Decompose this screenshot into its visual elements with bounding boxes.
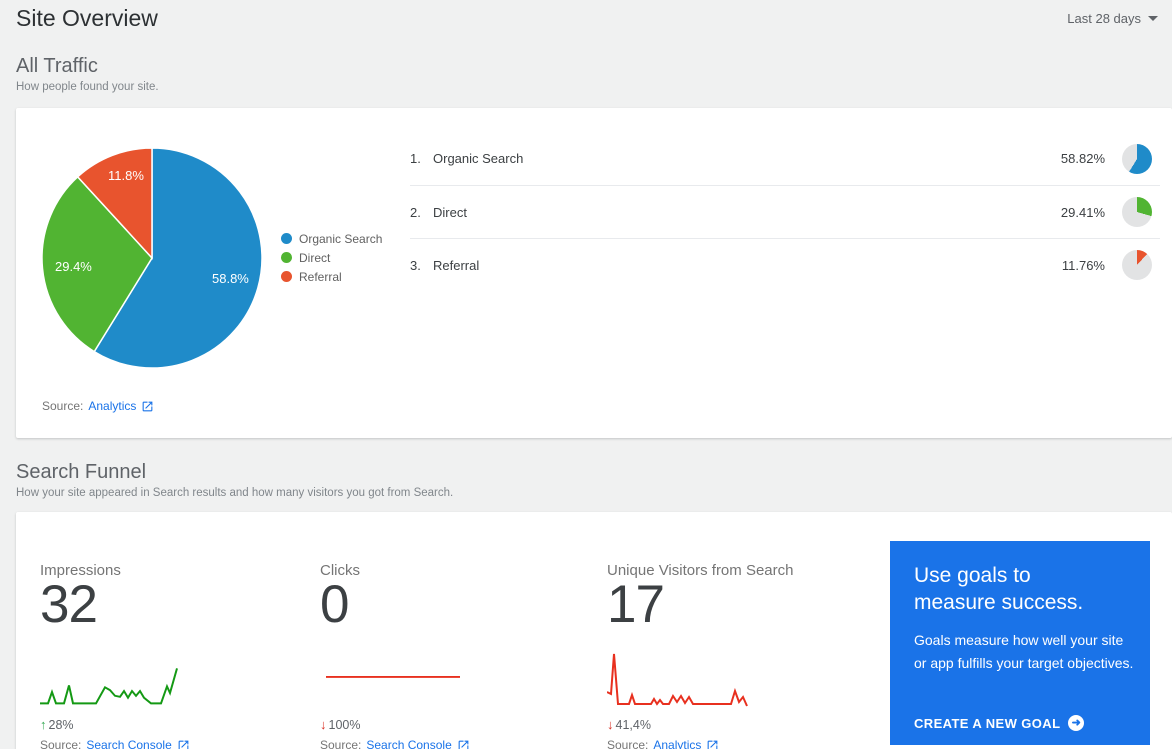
trend-value: 41,4% bbox=[615, 717, 651, 732]
traffic-pie-chart[interactable] bbox=[37, 143, 267, 373]
open-in-new-icon[interactable] bbox=[457, 739, 470, 749]
page-title: Site Overview bbox=[16, 5, 158, 31]
metric-source-row: Source: Search Console bbox=[320, 738, 470, 749]
legend-label: Direct bbox=[299, 250, 331, 265]
legend-label: Organic Search bbox=[299, 231, 383, 246]
table-row[interactable]: 2. Direct 29.41% bbox=[410, 185, 1160, 238]
row-label: Referral bbox=[433, 257, 480, 273]
row-rank: 1. bbox=[410, 151, 421, 166]
metric-value: 32 bbox=[40, 575, 98, 634]
table-row[interactable]: 3. Referral 11.76% bbox=[410, 238, 1160, 291]
legend-dot-referral-icon bbox=[281, 271, 292, 282]
metric-impressions: Impressions 32 ↑ 28% Source: Search Cons… bbox=[40, 512, 310, 749]
traffic-breakdown-list: 1. Organic Search 58.82% 2. Direct 29.41… bbox=[410, 132, 1160, 291]
metric-value: 17 bbox=[607, 575, 665, 634]
legend-dot-direct-icon bbox=[281, 252, 292, 263]
legend-item-referral: Referral bbox=[281, 267, 382, 286]
clicks-sparkline-chart bbox=[326, 675, 460, 678]
search-console-link[interactable]: Search Console bbox=[366, 738, 451, 749]
open-in-new-icon[interactable] bbox=[141, 400, 154, 413]
row-label: Direct bbox=[433, 204, 467, 220]
site-overview-page: Site Overview Last 28 days All Traffic H… bbox=[0, 0, 1172, 749]
metric-value: 0 bbox=[320, 575, 350, 634]
legend-label: Referral bbox=[299, 269, 342, 284]
pie-legend: Organic Search Direct Referral bbox=[281, 229, 382, 286]
analytics-link[interactable]: Analytics bbox=[653, 738, 701, 749]
promo-body: Goals measure how well your site or app … bbox=[914, 632, 1134, 671]
analytics-link[interactable]: Analytics bbox=[88, 399, 136, 413]
row-percent: 29.41% bbox=[1060, 204, 1105, 220]
trend-down-icon: ↓ bbox=[607, 717, 614, 732]
legend-item-direct: Direct bbox=[281, 248, 382, 267]
pie-slice-label-organic: 58.8% bbox=[212, 271, 249, 286]
search-funnel-section-header: Search Funnel How your site appeared in … bbox=[16, 461, 453, 499]
row-percent: 58.82% bbox=[1060, 151, 1105, 166]
open-in-new-icon[interactable] bbox=[177, 739, 190, 749]
row-rank: 3. bbox=[410, 257, 421, 273]
metric-source-row: Source: Analytics bbox=[607, 738, 719, 749]
date-range-selector[interactable]: Last 28 days bbox=[1067, 11, 1158, 26]
create-new-goal-label: CREATE A NEW GOAL bbox=[914, 715, 1061, 731]
trend-down-icon: ↓ bbox=[320, 717, 327, 732]
source-label: Source: bbox=[42, 399, 84, 413]
create-new-goal-button[interactable]: CREATE A NEW GOAL ➜ bbox=[914, 715, 1085, 731]
chevron-down-icon bbox=[1148, 16, 1158, 21]
traffic-source-row: Source: Analytics bbox=[42, 399, 154, 413]
all-traffic-section-header: All Traffic How people found your site. bbox=[16, 55, 159, 93]
search-funnel-card: Impressions 32 ↑ 28% Source: Search Cons… bbox=[16, 512, 1172, 749]
date-range-label: Last 28 days bbox=[1067, 11, 1141, 26]
trend-value: 28% bbox=[48, 717, 74, 732]
row-label: Organic Search bbox=[433, 151, 524, 166]
metric-trend: ↑ 28% bbox=[40, 717, 74, 732]
source-label: Source: bbox=[320, 738, 362, 749]
legend-dot-organic-search-icon bbox=[281, 233, 292, 244]
pie-slice-label-direct: 29.4% bbox=[55, 259, 92, 274]
row-percent: 11.76% bbox=[1061, 257, 1105, 273]
unique-visitors-sparkline-chart bbox=[607, 653, 748, 707]
mini-pie-icon bbox=[1122, 143, 1152, 174]
trend-value: 100% bbox=[328, 717, 361, 732]
open-in-new-icon[interactable] bbox=[706, 739, 719, 749]
arrow-forward-circle-icon: ➜ bbox=[1068, 715, 1085, 731]
search-funnel-subtitle: How your site appeared in Search results… bbox=[16, 487, 454, 499]
trend-up-icon: ↑ bbox=[40, 717, 47, 732]
source-label: Source: bbox=[40, 738, 82, 749]
mini-pie-icon bbox=[1122, 250, 1152, 280]
all-traffic-title: All Traffic bbox=[16, 55, 98, 77]
source-label: Source: bbox=[607, 738, 649, 749]
metric-unique-visitors: Unique Visitors from Search 17 ↓ 41,4% S… bbox=[607, 512, 877, 749]
legend-item-organic-search: Organic Search bbox=[281, 229, 382, 248]
goals-promo-card: Use goals to measure success. Goals meas… bbox=[890, 541, 1150, 745]
metric-source-row: Source: Search Console bbox=[40, 738, 190, 749]
row-rank: 2. bbox=[410, 204, 421, 220]
search-console-link[interactable]: Search Console bbox=[86, 738, 171, 749]
metric-trend: ↓ 100% bbox=[320, 717, 360, 732]
promo-title: Use goals to measure success. bbox=[914, 564, 1084, 614]
table-row[interactable]: 1. Organic Search 58.82% bbox=[410, 132, 1160, 185]
metric-clicks: Clicks 0 ↓ 100% Source: Search Console bbox=[320, 512, 590, 749]
search-funnel-title: Search Funnel bbox=[16, 461, 147, 483]
pie-slice-label-referral: 11.8% bbox=[108, 168, 144, 183]
mini-pie-icon bbox=[1122, 197, 1152, 227]
metric-trend: ↓ 41,4% bbox=[607, 717, 651, 732]
all-traffic-card: 58.8% 29.4% 11.8% Organic Search Direct … bbox=[16, 108, 1172, 438]
impressions-sparkline-chart bbox=[40, 668, 178, 705]
all-traffic-subtitle: How people found your site. bbox=[16, 81, 159, 93]
